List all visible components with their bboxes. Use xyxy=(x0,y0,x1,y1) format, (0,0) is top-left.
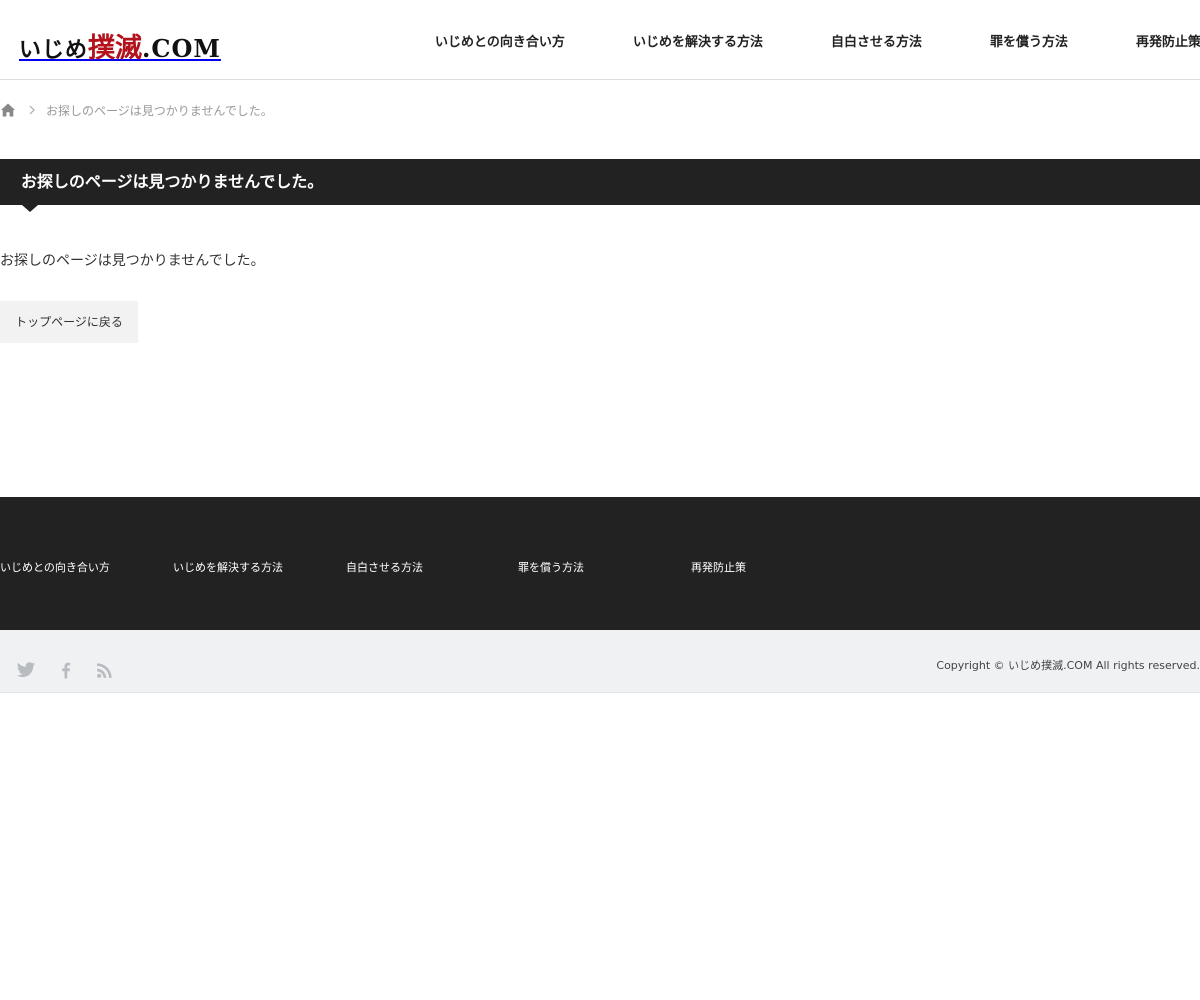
breadcrumb-home-link[interactable] xyxy=(0,102,16,118)
page-headline-bar: お探しのページは見つかりませんでした。 xyxy=(0,159,1200,212)
facebook-icon xyxy=(62,662,71,679)
breadcrumb-current: お探しのページは見つかりませんでした。 xyxy=(46,103,273,118)
page-title: お探しのページは見つかりませんでした。 xyxy=(21,172,324,191)
nav-item-solving-bullying[interactable]: いじめを解決する方法 xyxy=(633,31,763,50)
twitter-icon xyxy=(16,662,36,678)
nav-item-facing-bullying[interactable]: いじめとの向き合い方 xyxy=(435,31,565,50)
global-nav: いじめとの向き合い方 いじめを解決する方法 自白させる方法 罪を償う方法 再発防… xyxy=(0,31,1200,51)
footer-menu-item-facing-bullying[interactable]: いじめとの向き合い方 xyxy=(0,559,110,575)
footer-menu-item-atonement[interactable]: 罪を償う方法 xyxy=(518,559,584,575)
nav-item-confession[interactable]: 自白させる方法 xyxy=(831,31,922,50)
twitter-link[interactable] xyxy=(16,660,36,680)
chevron-right-icon xyxy=(29,105,35,115)
copyright-text: Copyright © いじめ撲滅.COM All rights reserve… xyxy=(936,659,1200,672)
facebook-link[interactable] xyxy=(56,660,76,680)
nav-item-atonement[interactable]: 罪を償う方法 xyxy=(990,31,1068,50)
rss-link[interactable] xyxy=(95,660,115,680)
rss-icon xyxy=(97,663,112,678)
headline-arrow xyxy=(22,205,38,212)
footer-menu: いじめとの向き合い方 いじめを解決する方法 自白させる方法 罪を償う方法 再発防… xyxy=(0,497,1200,630)
footer-menu-item-prevention[interactable]: 再発防止策 xyxy=(691,559,746,575)
back-to-top-button[interactable]: トップページに戻る xyxy=(0,301,138,343)
footer-bottom: Copyright © いじめ撲滅.COM All rights reserve… xyxy=(0,630,1200,693)
home-icon xyxy=(1,103,15,117)
breadcrumb: お探しのページは見つかりませんでした。 xyxy=(0,100,273,120)
footer-menu-item-solving-bullying[interactable]: いじめを解決する方法 xyxy=(173,559,283,575)
footer-menu-item-confession[interactable]: 自白させる方法 xyxy=(346,559,423,575)
site-header: いじめ 撲滅 .COM いじめとの向き合い方 いじめを解決する方法 自白させる方… xyxy=(0,0,1200,80)
nav-item-prevention[interactable]: 再発防止策 xyxy=(1136,31,1200,50)
not-found-message: お探しのページは見つかりませんでした。 xyxy=(0,253,265,269)
